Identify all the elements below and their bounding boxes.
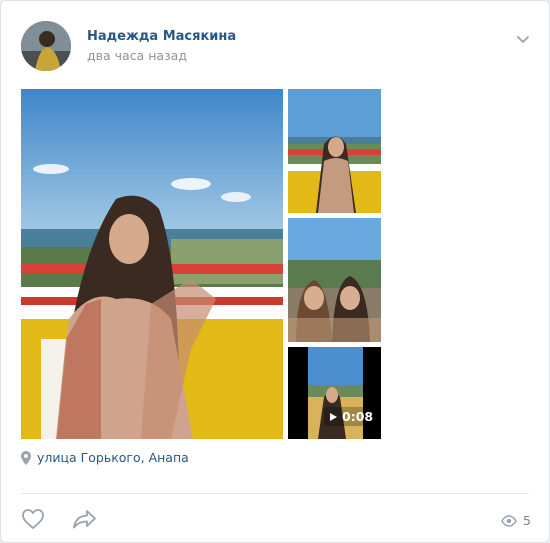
- share-icon: [73, 510, 96, 529]
- photo-thumb-1[interactable]: [288, 89, 381, 213]
- video-thumb[interactable]: 0:08: [288, 347, 381, 439]
- author-avatar[interactable]: [21, 21, 71, 71]
- chevron-down-icon[interactable]: [515, 31, 531, 47]
- views-count: 5: [523, 513, 531, 528]
- video-duration-badge: 0:08: [324, 407, 378, 426]
- views-counter: 5: [501, 513, 531, 528]
- location-link[interactable]: улица Горького, Анапа: [21, 450, 189, 465]
- map-pin-icon: [21, 450, 31, 465]
- video-duration: 0:08: [342, 409, 374, 424]
- footer-divider: [21, 493, 529, 494]
- location-text: улица Горького, Анапа: [37, 450, 189, 465]
- author-name-link[interactable]: Надежда Масякина: [87, 29, 236, 44]
- eye-icon: [501, 514, 517, 527]
- play-icon: [330, 412, 337, 421]
- like-button[interactable]: [21, 508, 47, 532]
- photo-main[interactable]: [21, 89, 283, 439]
- photo-thumb-2[interactable]: [288, 218, 381, 342]
- heart-icon: [22, 509, 44, 529]
- post-time[interactable]: два часа назад: [87, 48, 187, 63]
- post-card: Надежда Масякина два часа назад 0:08 ули…: [0, 0, 550, 543]
- share-button[interactable]: [72, 508, 98, 532]
